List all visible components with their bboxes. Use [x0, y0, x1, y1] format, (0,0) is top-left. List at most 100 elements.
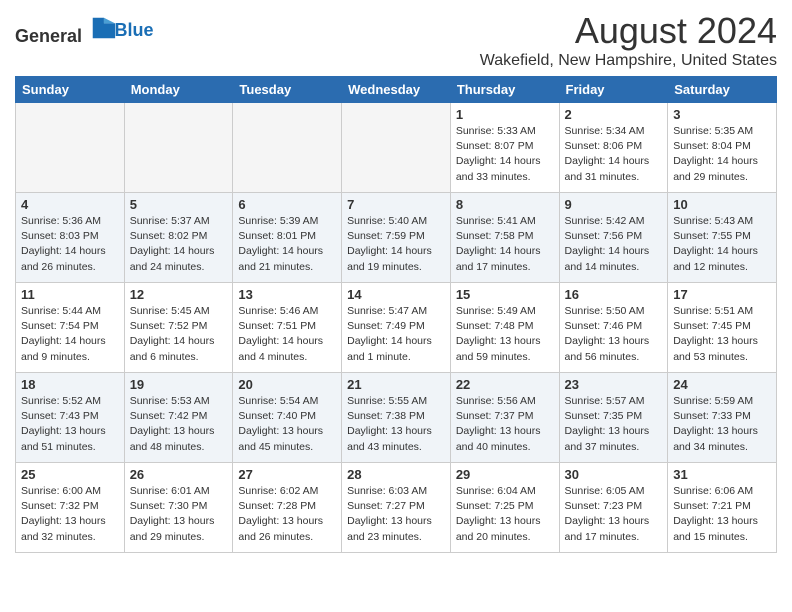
- day-cell-9: 9 Sunrise: 5:42 AMSunset: 7:56 PMDaylight…: [559, 193, 668, 283]
- day-header-sunday: Sunday: [16, 77, 125, 103]
- cell-date-19: 19: [130, 377, 228, 392]
- cell-info-16: Sunrise: 5:50 AMSunset: 7:46 PMDaylight:…: [565, 304, 663, 365]
- cell-info-1: Sunrise: 5:33 AMSunset: 8:07 PMDaylight:…: [456, 124, 554, 185]
- title-area: August 2024 Wakefield, New Hampshire, Un…: [480, 10, 777, 70]
- day-cell-13: 13Sunrise: 5:46 AMSunset: 7:51 PMDayligh…: [233, 283, 342, 373]
- day-headers-row: SundayMondayTuesdayWednesdayThursdayFrid…: [16, 77, 777, 103]
- cell-info-7: Sunrise: 5:40 AMSunset: 7:59 PMDaylight:…: [347, 214, 445, 275]
- week-row-5: 25Sunrise: 6:00 AMSunset: 7:32 PMDayligh…: [16, 463, 777, 553]
- cell-info-30: Sunrise: 6:05 AMSunset: 7:23 PMDaylight:…: [565, 484, 663, 545]
- cell-info-21: Sunrise: 5:55 AMSunset: 7:38 PMDaylight:…: [347, 394, 445, 455]
- day-cell-17: 17 Sunrise: 5:51 AMSunset: 7:45 PMDayligh…: [668, 283, 777, 373]
- cell-info-17: Sunrise: 5:51 AMSunset: 7:45 PMDaylight:…: [673, 304, 771, 365]
- cell-info-8: Sunrise: 5:41 AMSunset: 7:58 PMDaylight:…: [456, 214, 554, 275]
- week-row-1: 1 Sunrise: 5:33 AMSunset: 8:07 PMDaylight…: [16, 103, 777, 193]
- day-cell-21: 21 Sunrise: 5:55 AMSunset: 7:38 PMDayligh…: [342, 373, 451, 463]
- day-header-saturday: Saturday: [668, 77, 777, 103]
- empty-cell: [342, 103, 451, 193]
- cell-date-16: 16: [565, 287, 663, 302]
- cell-date-22: 22: [456, 377, 554, 392]
- day-cell-2: 2 Sunrise: 5:34 AMSunset: 8:06 PMDaylight…: [559, 103, 668, 193]
- cell-info-22: Sunrise: 5:56 AMSunset: 7:37 PMDaylight:…: [456, 394, 554, 455]
- cell-info-29: Sunrise: 6:04 AMSunset: 7:25 PMDaylight:…: [456, 484, 554, 545]
- week-row-3: 11 Sunrise: 5:44 AMSunset: 7:54 PMDayligh…: [16, 283, 777, 373]
- cell-date-14: 14: [347, 287, 445, 302]
- cell-date-13: 13: [238, 287, 336, 302]
- day-cell-4: 4 Sunrise: 5:36 AMSunset: 8:03 PMDaylight…: [16, 193, 125, 283]
- day-cell-18: 18Sunrise: 5:52 AMSunset: 7:43 PMDayligh…: [16, 373, 125, 463]
- cell-date-29: 29: [456, 467, 554, 482]
- day-header-tuesday: Tuesday: [233, 77, 342, 103]
- cell-date-20: 20: [238, 377, 336, 392]
- cell-info-12: Sunrise: 5:45 AMSunset: 7:52 PMDaylight:…: [130, 304, 228, 365]
- logo-blue: Blue: [115, 20, 154, 40]
- cell-date-4: 4: [21, 197, 119, 212]
- logo-general: General: [15, 26, 82, 46]
- cell-date-15: 15: [456, 287, 554, 302]
- cell-info-28: Sunrise: 6:03 AMSunset: 7:27 PMDaylight:…: [347, 484, 445, 545]
- cell-info-6: Sunrise: 5:39 AMSunset: 8:01 PMDaylight:…: [238, 214, 336, 275]
- day-cell-23: 23 Sunrise: 5:57 AMSunset: 7:35 PMDayligh…: [559, 373, 668, 463]
- cell-info-19: Sunrise: 5:53 AMSunset: 7:42 PMDaylight:…: [130, 394, 228, 455]
- day-header-monday: Monday: [124, 77, 233, 103]
- cell-date-2: 2: [565, 107, 663, 122]
- logo-icon: [89, 14, 117, 42]
- cell-date-1: 1: [456, 107, 554, 122]
- day-cell-1: 1 Sunrise: 5:33 AMSunset: 8:07 PMDaylight…: [450, 103, 559, 193]
- day-cell-25: 25Sunrise: 6:00 AMSunset: 7:32 PMDayligh…: [16, 463, 125, 553]
- cell-info-2: Sunrise: 5:34 AMSunset: 8:06 PMDaylight:…: [565, 124, 663, 185]
- day-cell-26: 26 Sunrise: 6:01 AMSunset: 7:30 PMDayligh…: [124, 463, 233, 553]
- cell-date-21: 21: [347, 377, 445, 392]
- cell-date-24: 24: [673, 377, 771, 392]
- cell-date-10: 10: [673, 197, 771, 212]
- cell-info-25: Sunrise: 6:00 AMSunset: 7:32 PMDaylight:…: [21, 484, 119, 545]
- calendar-table: SundayMondayTuesdayWednesdayThursdayFrid…: [15, 76, 777, 553]
- cell-date-5: 5: [130, 197, 228, 212]
- day-cell-14: 14 Sunrise: 5:47 AMSunset: 7:49 PMDayligh…: [342, 283, 451, 373]
- day-cell-24: 24 Sunrise: 5:59 AMSunset: 7:33 PMDayligh…: [668, 373, 777, 463]
- day-cell-6: 6Sunrise: 5:39 AMSunset: 8:01 PMDaylight…: [233, 193, 342, 283]
- day-cell-12: 12Sunrise: 5:45 AMSunset: 7:52 PMDayligh…: [124, 283, 233, 373]
- cell-date-26: 26: [130, 467, 228, 482]
- cell-info-26: Sunrise: 6:01 AMSunset: 7:30 PMDaylight:…: [130, 484, 228, 545]
- cell-info-18: Sunrise: 5:52 AMSunset: 7:43 PMDaylight:…: [21, 394, 119, 455]
- cell-info-14: Sunrise: 5:47 AMSunset: 7:49 PMDaylight:…: [347, 304, 445, 365]
- cell-info-24: Sunrise: 5:59 AMSunset: 7:33 PMDaylight:…: [673, 394, 771, 455]
- day-cell-27: 27Sunrise: 6:02 AMSunset: 7:28 PMDayligh…: [233, 463, 342, 553]
- cell-date-30: 30: [565, 467, 663, 482]
- day-cell-20: 20 Sunrise: 5:54 AMSunset: 7:40 PMDayligh…: [233, 373, 342, 463]
- day-cell-22: 22 Sunrise: 5:56 AMSunset: 7:37 PMDayligh…: [450, 373, 559, 463]
- day-cell-31: 31 Sunrise: 6:06 AMSunset: 7:21 PMDayligh…: [668, 463, 777, 553]
- week-row-2: 4 Sunrise: 5:36 AMSunset: 8:03 PMDaylight…: [16, 193, 777, 283]
- cell-date-27: 27: [238, 467, 336, 482]
- empty-cell: [233, 103, 342, 193]
- empty-cell: [16, 103, 125, 193]
- cell-info-4: Sunrise: 5:36 AMSunset: 8:03 PMDaylight:…: [21, 214, 119, 275]
- cell-info-31: Sunrise: 6:06 AMSunset: 7:21 PMDaylight:…: [673, 484, 771, 545]
- cell-info-10: Sunrise: 5:43 AMSunset: 7:55 PMDaylight:…: [673, 214, 771, 275]
- empty-cell: [124, 103, 233, 193]
- main-title: August 2024: [480, 10, 777, 52]
- day-cell-29: 29 Sunrise: 6:04 AMSunset: 7:25 PMDayligh…: [450, 463, 559, 553]
- day-cell-7: 7Sunrise: 5:40 AMSunset: 7:59 PMDaylight…: [342, 193, 451, 283]
- cell-info-9: Sunrise: 5:42 AMSunset: 7:56 PMDaylight:…: [565, 214, 663, 275]
- day-cell-11: 11 Sunrise: 5:44 AMSunset: 7:54 PMDayligh…: [16, 283, 125, 373]
- cell-info-23: Sunrise: 5:57 AMSunset: 7:35 PMDaylight:…: [565, 394, 663, 455]
- cell-info-11: Sunrise: 5:44 AMSunset: 7:54 PMDaylight:…: [21, 304, 119, 365]
- day-cell-8: 8 Sunrise: 5:41 AMSunset: 7:58 PMDaylight…: [450, 193, 559, 283]
- cell-date-17: 17: [673, 287, 771, 302]
- cell-info-20: Sunrise: 5:54 AMSunset: 7:40 PMDaylight:…: [238, 394, 336, 455]
- cell-date-3: 3: [673, 107, 771, 122]
- cell-info-15: Sunrise: 5:49 AMSunset: 7:48 PMDaylight:…: [456, 304, 554, 365]
- cell-date-23: 23: [565, 377, 663, 392]
- cell-date-8: 8: [456, 197, 554, 212]
- day-cell-16: 16 Sunrise: 5:50 AMSunset: 7:46 PMDayligh…: [559, 283, 668, 373]
- cell-date-31: 31: [673, 467, 771, 482]
- day-cell-28: 28Sunrise: 6:03 AMSunset: 7:27 PMDayligh…: [342, 463, 451, 553]
- day-cell-30: 30 Sunrise: 6:05 AMSunset: 7:23 PMDayligh…: [559, 463, 668, 553]
- cell-date-11: 11: [21, 287, 119, 302]
- cell-info-3: Sunrise: 5:35 AMSunset: 8:04 PMDaylight:…: [673, 124, 771, 185]
- day-header-wednesday: Wednesday: [342, 77, 451, 103]
- day-cell-5: 5Sunrise: 5:37 AMSunset: 8:02 PMDaylight…: [124, 193, 233, 283]
- cell-date-9: 9: [565, 197, 663, 212]
